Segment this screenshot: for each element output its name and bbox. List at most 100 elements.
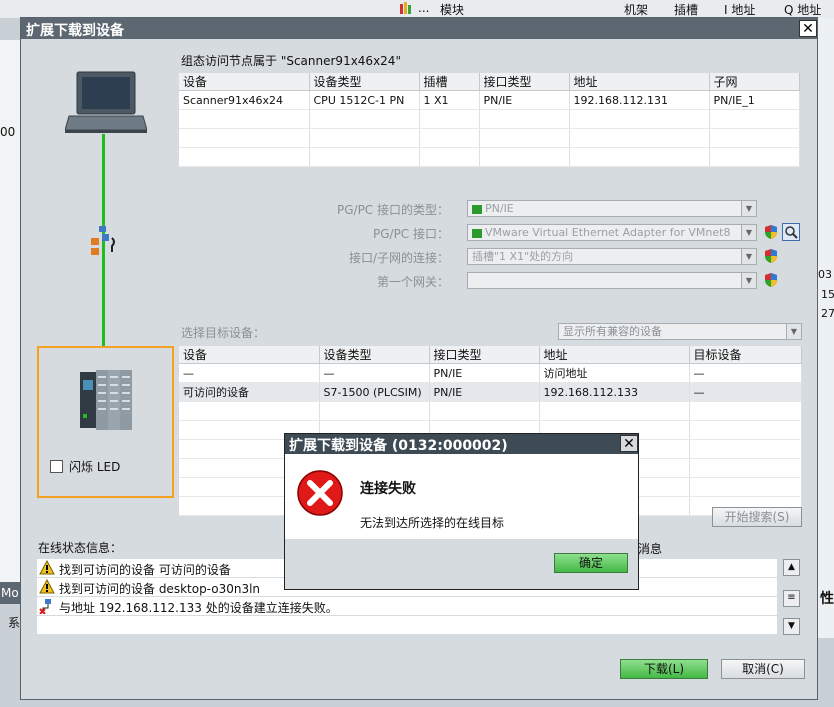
background-col-module[interactable]: 模块 [440,1,464,18]
error-icon [296,469,344,517]
background-right-panel [818,18,834,638]
dialog-close-button[interactable]: ✕ [799,20,817,37]
popup-message: 无法到达所选择的在线目标 [360,516,505,530]
popup-title: 扩展下载到设备 (0132:000002) [289,438,508,454]
target-filter-select[interactable]: 显示所有兼容的设备 ▼ [558,323,802,340]
shield-icon[interactable] [763,248,779,264]
target-cell: PN/IE [429,382,540,402]
pgpc-interface-value: VMware Virtual Ethernet Adapter for VMne… [485,226,731,239]
connection-error-dialog: 扩展下载到设备 (0132:000002) ✕ 连接失败 无法到达所选择的在线目… [284,433,639,590]
pgpc-interface-select[interactable]: VMware Virtual Ethernet Adapter for VMne… [467,224,757,241]
config-device-table: 设备 设备类型 插槽 接口类型 地址 子网 Scanner91x46x24 CP… [179,73,800,167]
target-col-address[interactable]: 地址 [539,346,690,364]
popup-close-button[interactable]: ✕ [620,435,638,452]
network-interface-icon [88,224,118,258]
chevron-down-icon[interactable]: ▼ [741,201,756,216]
target-cell: S7-1500 (PLCSIM) [319,382,430,402]
pgpc-type-select[interactable]: PN/IE ▼ [467,200,757,217]
warning-icon [39,559,55,578]
status-text: 与地址 192.168.112.133 处的设备建立连接失败。 [59,601,338,615]
chevron-down-icon[interactable]: ▼ [741,225,756,240]
properties-button[interactable] [782,223,800,241]
start-search-button[interactable]: 开始搜索(S) [712,507,802,527]
status-text: 找到可访问的设备 可访问的设备 [59,563,231,577]
pgpc-type-value: PN/IE [485,202,514,215]
shield-icon[interactable] [763,224,779,240]
status-line [37,616,777,634]
popup-heading: 连接失败 [360,481,416,497]
status-scroll-middle[interactable]: ≡ [783,590,800,607]
chevron-down-icon[interactable]: ▼ [741,249,756,264]
background-hand-icon [398,1,412,15]
background-right-number: 15 [821,288,834,301]
background-col-i-address[interactable]: I 地址 [724,1,755,18]
background-col-slot[interactable]: 插槽 [674,1,698,18]
status-scroll-down[interactable]: ▼ [783,618,800,635]
flash-led-label: 闪烁 LED [69,460,121,474]
background-dots: ... [418,1,430,15]
target-cell: 可访问的设备 [179,382,320,402]
config-col-slot[interactable]: 插槽 [419,73,480,91]
status-line: 与地址 192.168.112.133 处的设备建立连接失败。 [37,597,777,615]
network-error-icon [39,598,55,617]
download-button[interactable]: 下载(L) [620,659,708,679]
config-cell: PN/IE [479,90,570,110]
flash-led-checkbox[interactable] [50,460,63,473]
config-col-type[interactable]: 设备类型 [309,73,420,91]
config-cell: 1 X1 [419,90,480,110]
cancel-button[interactable]: 取消(C) [721,659,805,679]
first-gateway-select[interactable]: ▼ [467,272,757,289]
target-filter-value: 显示所有兼容的设备 [563,325,662,338]
ok-button[interactable]: 确定 [554,553,628,573]
status-scroll-up[interactable]: ▲ [783,559,800,576]
config-col-device[interactable]: 设备 [179,73,310,91]
background-left-tab[interactable]: Mo [1,586,19,600]
network-card-icon [472,204,482,214]
config-col-address[interactable]: 地址 [569,73,710,91]
background-left-tab2[interactable]: 系 [8,614,20,631]
table-row [179,109,800,129]
target-cell: — [689,382,802,402]
background-left-panel [0,40,21,600]
target-cell: 192.168.112.133 [539,382,690,402]
subnet-connection-label: 接口/子网的连接： [348,251,449,265]
shield-icon[interactable] [763,272,779,288]
table-row[interactable]: — — PN/IE 访问地址 — [179,363,802,383]
config-cell: PN/IE_1 [709,90,800,110]
background-right-label: 性 [820,591,834,607]
chevron-down-icon[interactable]: ▼ [786,324,801,339]
target-cell: 访问地址 [539,363,690,383]
warning-icon [39,578,55,597]
status-text: 找到可访问的设备 desktop-o30n3ln [59,582,261,596]
table-row [179,401,802,421]
table-row[interactable]: 可访问的设备 S7-1500 (PLCSIM) PN/IE 192.168.11… [179,382,802,402]
background-col-rack[interactable]: 机架 [624,1,648,18]
background-right-number: 03 [818,268,832,281]
target-cell: — [179,363,320,383]
background-left-number: 00 [0,125,16,139]
target-col-device[interactable]: 设备 [179,346,320,364]
config-col-subnet[interactable]: 子网 [709,73,800,91]
messages-label: 消息 [638,542,663,556]
background-header-bar [0,0,834,18]
target-col-iface[interactable]: 接口类型 [429,346,540,364]
config-node-label: 组态访问节点属于 "Scanner91x46x24" [181,54,401,68]
target-device-label: 选择目标设备： [181,326,266,340]
extended-download-dialog: 扩展下载到设备 ✕ 闪烁 LED 组态访问节点属于 "Scanner91x46x… [20,17,818,700]
dialog-title-bar[interactable]: 扩展下载到设备 ✕ [21,18,817,39]
config-col-iface[interactable]: 接口类型 [479,73,570,91]
background-right-number: 27 [821,307,834,320]
background-col-q-address[interactable]: Q 地址 [784,1,821,18]
target-col-type[interactable]: 设备类型 [319,346,430,364]
popup-title-bar[interactable]: 扩展下载到设备 (0132:000002) ✕ [285,434,638,454]
table-row[interactable]: Scanner91x46x24 CPU 1512C-1 PN 1 X1 PN/I… [179,90,800,110]
target-device-panel[interactable]: 闪烁 LED [37,346,174,498]
subnet-connection-select[interactable]: 插槽"1 X1"处的方向 ▼ [467,248,757,265]
online-status-label: 在线状态信息： [38,541,123,555]
target-col-target[interactable]: 目标设备 [689,346,802,364]
laptop-icon [64,70,148,134]
config-cell: 192.168.112.131 [569,90,710,110]
chevron-down-icon[interactable]: ▼ [741,273,756,288]
pgpc-type-label: PG/PC 接口的类型： [336,203,449,217]
subnet-connection-value: 插槽"1 X1"处的方向 [472,250,574,263]
